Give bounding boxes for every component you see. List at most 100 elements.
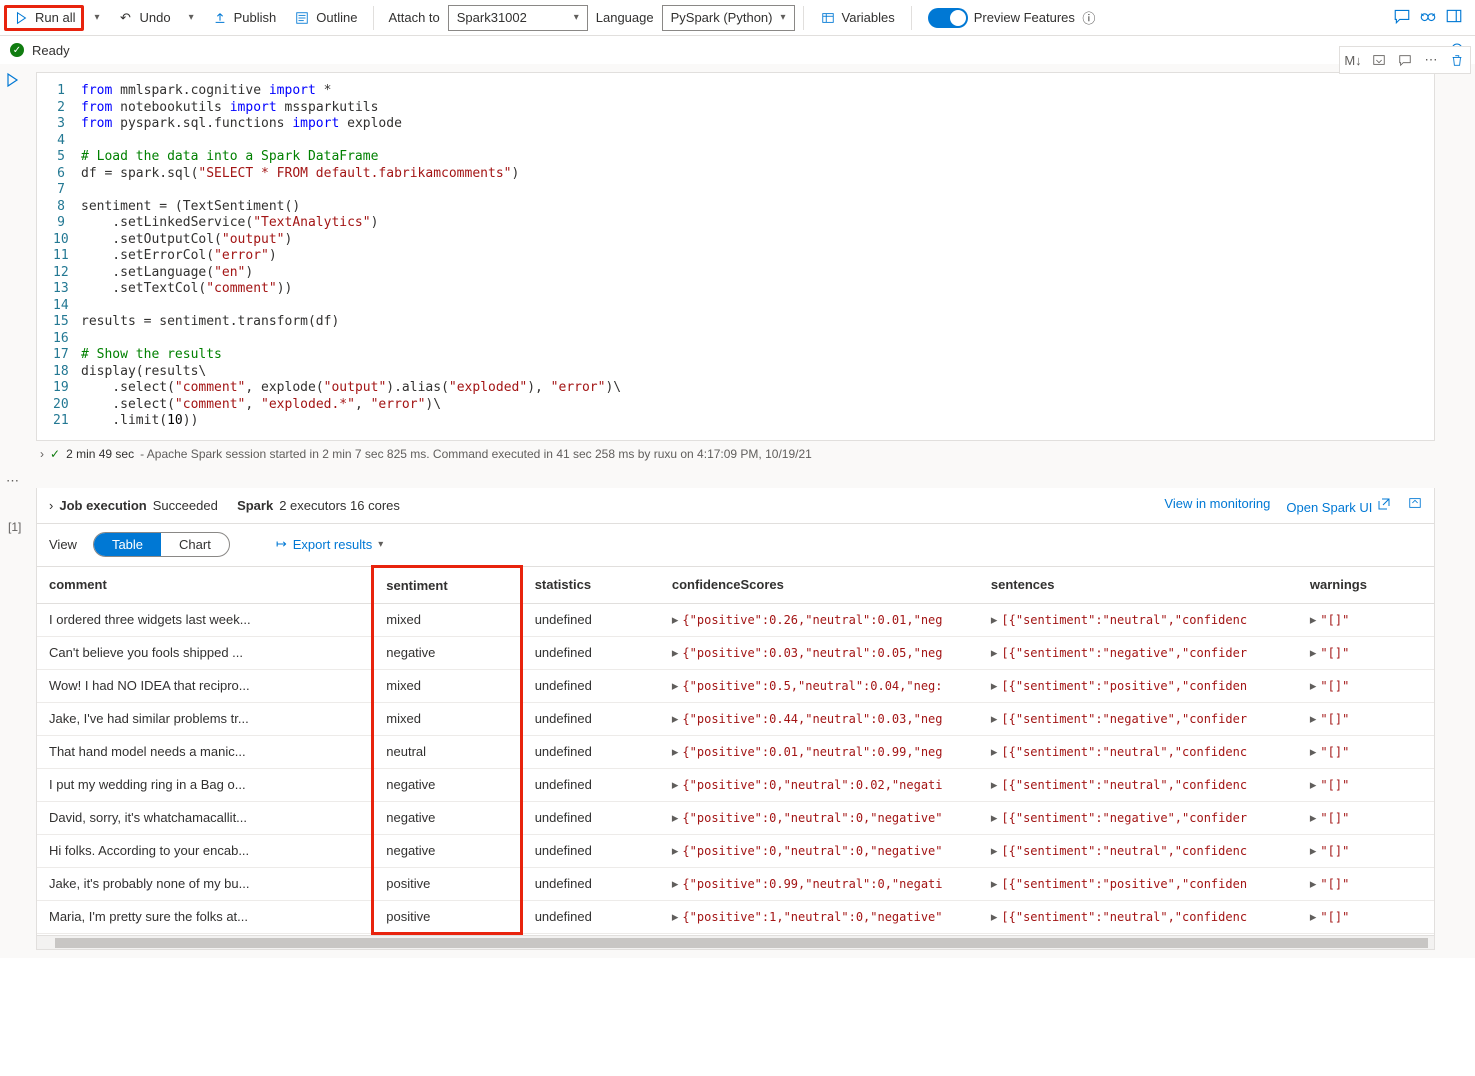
expand-triangle-icon[interactable]: ▸ <box>1310 810 1317 825</box>
table-row[interactable]: Can't believe you fools shipped ...negat… <box>37 636 1434 669</box>
code-line[interactable]: results = sentiment.transform(df) <box>81 314 339 331</box>
cell-confidenceScores: ▸{"positive":0,"neutral":0,"negative" <box>660 834 979 867</box>
expand-triangle-icon[interactable]: ▸ <box>991 612 998 627</box>
column-header[interactable]: sentences <box>979 566 1298 603</box>
cell-collapse-button[interactable] <box>1368 49 1390 71</box>
run-all-button[interactable]: Run all <box>4 5 84 31</box>
expand-triangle-icon[interactable]: ▸ <box>672 678 679 693</box>
chart-view-button[interactable]: Chart <box>161 533 229 556</box>
table-row[interactable]: David, sorry, it's whatchamacallit...neg… <box>37 801 1434 834</box>
code-line[interactable]: .setLanguage("en") <box>81 265 253 282</box>
attach-to-select[interactable]: Spark31002 ▾ <box>448 5 588 31</box>
cell-comment-button[interactable] <box>1394 49 1416 71</box>
table-row[interactable]: Jake, it's probably none of my bu...posi… <box>37 867 1434 900</box>
expand-triangle-icon[interactable]: ▸ <box>1310 678 1317 693</box>
expand-triangle-icon[interactable]: ▸ <box>991 843 998 858</box>
view-in-monitoring-link[interactable]: View in monitoring <box>1164 496 1270 515</box>
expand-triangle-icon[interactable]: ▸ <box>991 876 998 891</box>
output-expand-button[interactable] <box>1408 496 1422 515</box>
language-select[interactable]: PySpark (Python) ▾ <box>662 5 795 31</box>
results-table-scroll[interactable]: commentsentimentstatisticsconfidenceScor… <box>37 565 1434 935</box>
expand-triangle-icon[interactable]: ▸ <box>672 645 679 660</box>
code-line[interactable]: # Show the results <box>81 347 222 364</box>
code-line[interactable]: .setErrorCol("error") <box>81 248 277 265</box>
table-row[interactable]: I put my wedding ring in a Bag o...negat… <box>37 768 1434 801</box>
line-number: 15 <box>53 314 81 331</box>
expand-triangle-icon[interactable]: ▸ <box>991 810 998 825</box>
expand-triangle-icon[interactable]: ▸ <box>1310 612 1317 627</box>
code-line[interactable]: .setOutputCol("output") <box>81 232 292 249</box>
expand-triangle-icon[interactable]: ▸ <box>672 843 679 858</box>
column-header[interactable]: confidenceScores <box>660 566 979 603</box>
table-view-button[interactable]: Table <box>94 533 161 556</box>
code-line[interactable]: .limit(10)) <box>81 413 198 430</box>
variables-button[interactable]: Variables <box>812 6 903 30</box>
toggle-switch[interactable] <box>928 8 968 28</box>
code-editor[interactable]: 1from mmlspark.cognitive import *2from n… <box>36 72 1435 441</box>
scrollbar-thumb[interactable] <box>55 938 1428 948</box>
expand-triangle-icon[interactable]: ▸ <box>672 744 679 759</box>
expand-triangle-icon[interactable]: ▸ <box>1310 777 1317 792</box>
column-header[interactable]: comment <box>37 566 373 603</box>
code-line[interactable]: from pyspark.sql.functions import explod… <box>81 116 402 133</box>
more-options-button[interactable]: ⋯ <box>6 473 1435 489</box>
run-dropdown[interactable]: ▾ <box>86 8 107 27</box>
expand-triangle-icon[interactable]: ▸ <box>991 645 998 660</box>
expand-triangle-icon[interactable]: ▸ <box>1310 843 1317 858</box>
outline-button[interactable]: Outline <box>286 6 365 30</box>
code-line[interactable]: # Load the data into a Spark DataFrame <box>81 149 378 166</box>
expand-triangle-icon[interactable]: ▸ <box>672 909 679 924</box>
expand-triangle-icon[interactable]: ▸ <box>1310 645 1317 660</box>
expand-triangle-icon[interactable]: ▸ <box>991 744 998 759</box>
cell-delete-button[interactable] <box>1446 49 1468 71</box>
expand-triangle-icon[interactable]: ▸ <box>672 711 679 726</box>
code-line[interactable]: .setTextCol("comment")) <box>81 281 292 298</box>
horizontal-scrollbar[interactable] <box>37 935 1434 949</box>
column-header[interactable]: warnings <box>1298 566 1434 603</box>
comment-icon[interactable] <box>1393 7 1411 28</box>
expand-triangle-icon[interactable]: ▸ <box>1310 876 1317 891</box>
code-line[interactable]: .setLinkedService("TextAnalytics") <box>81 215 378 232</box>
expand-triangle-icon[interactable]: ▸ <box>1310 744 1317 759</box>
cell-run-button[interactable] <box>4 72 20 91</box>
chevron-icon[interactable]: › <box>40 447 44 461</box>
expand-triangle-icon[interactable]: ▸ <box>672 876 679 891</box>
table-row[interactable]: Jake, I've had similar problems tr...mix… <box>37 702 1434 735</box>
table-row[interactable]: That hand model needs a manic...neutralu… <box>37 735 1434 768</box>
code-line[interactable]: df = spark.sql("SELECT * FROM default.fa… <box>81 166 519 183</box>
code-line[interactable]: sentiment = (TextSentiment() <box>81 199 300 216</box>
undo-dropdown[interactable]: ▾ <box>181 8 202 27</box>
open-spark-ui-link[interactable]: Open Spark UI <box>1286 496 1392 515</box>
expand-triangle-icon[interactable]: ▸ <box>991 777 998 792</box>
expand-triangle-icon[interactable]: ▸ <box>672 777 679 792</box>
preview-features-toggle[interactable]: Preview Features ⓘ <box>920 4 1105 32</box>
expand-triangle-icon[interactable]: ▸ <box>991 711 998 726</box>
expand-triangle-icon[interactable]: ▸ <box>991 678 998 693</box>
column-header[interactable]: sentiment <box>373 566 521 603</box>
line-number: 14 <box>53 298 81 315</box>
code-line[interactable]: .select("comment", explode("output").ali… <box>81 380 621 397</box>
cell-confidenceScores: ▸{"positive":0.03,"neutral":0.05,"neg <box>660 636 979 669</box>
code-line[interactable]: .select("comment", "exploded.*", "error"… <box>81 397 441 414</box>
column-header[interactable]: statistics <box>521 566 660 603</box>
code-line[interactable]: from notebookutils import mssparkutils <box>81 100 378 117</box>
expand-triangle-icon[interactable]: ▸ <box>1310 909 1317 924</box>
expand-triangle-icon[interactable]: ▸ <box>1310 711 1317 726</box>
expand-triangle-icon[interactable]: ▸ <box>672 810 679 825</box>
undo-button[interactable]: ↶ Undo <box>110 6 179 30</box>
expand-triangle-icon[interactable]: ▸ <box>672 612 679 627</box>
table-row[interactable]: Wow! I had NO IDEA that recipro...mixedu… <box>37 669 1434 702</box>
cell-more-button[interactable]: ⋯ <box>1420 49 1442 71</box>
publish-button[interactable]: Publish <box>204 6 285 30</box>
code-line[interactable]: display(results\ <box>81 364 206 381</box>
chevron-icon[interactable]: › <box>49 498 53 513</box>
table-row[interactable]: I ordered three widgets last week...mixe… <box>37 603 1434 636</box>
code-line[interactable]: from mmlspark.cognitive import * <box>81 83 331 100</box>
table-row[interactable]: Hi folks. According to your encab...nega… <box>37 834 1434 867</box>
panel-icon[interactable] <box>1445 7 1463 28</box>
table-row[interactable]: Maria, I'm pretty sure the folks at...po… <box>37 900 1434 933</box>
export-results-button[interactable]: ↦ Export results ▾ <box>276 536 383 552</box>
expand-triangle-icon[interactable]: ▸ <box>991 909 998 924</box>
markdown-toggle-button[interactable]: M↓ <box>1342 49 1364 71</box>
spectacles-icon[interactable] <box>1419 7 1437 28</box>
